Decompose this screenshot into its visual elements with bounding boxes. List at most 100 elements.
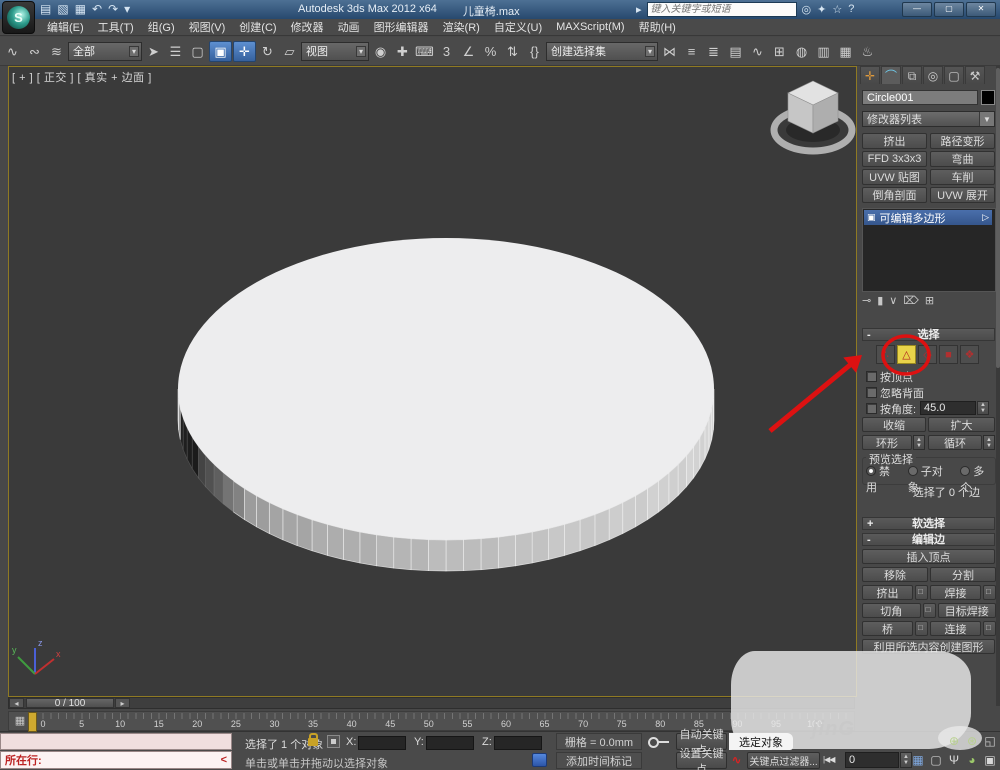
add-time-tag[interactable]: 添加时间标记 bbox=[556, 752, 642, 769]
by-vertex-checkbox[interactable] bbox=[866, 371, 877, 382]
x-coordinate-field[interactable] bbox=[358, 736, 406, 750]
angle-spinner[interactable] bbox=[977, 401, 989, 415]
ring-button[interactable]: 环形 bbox=[862, 435, 912, 450]
absolute-mode-icon[interactable] bbox=[327, 735, 340, 748]
go-to-start-button[interactable]: |◀◀ bbox=[823, 755, 834, 764]
连接-button[interactable]: 连接 bbox=[930, 621, 981, 636]
snap-toggle-3d-icon[interactable]: 3 bbox=[436, 41, 457, 62]
shrink-button[interactable]: 收缩 bbox=[862, 417, 926, 432]
rollout-selection-header[interactable]: - 选择 bbox=[862, 328, 995, 341]
layer-manager-icon[interactable]: ≣ bbox=[703, 41, 724, 62]
modifier-button[interactable]: 路径变形 bbox=[930, 133, 995, 149]
modifier-button[interactable]: 挤出 bbox=[862, 133, 927, 149]
prev-frame-button[interactable]: ◂ bbox=[9, 698, 24, 708]
select-and-manipulate-icon[interactable]: ✚ bbox=[392, 41, 413, 62]
select-and-scale-icon[interactable]: ▱ bbox=[279, 41, 300, 62]
toolbar-options-icon[interactable]: ▾ bbox=[124, 2, 130, 16]
material-editor-icon[interactable]: ◍ bbox=[791, 41, 812, 62]
loop-button[interactable]: 循环 bbox=[928, 435, 982, 450]
unlink-selection-icon[interactable]: ∾ bbox=[24, 41, 45, 62]
tab-display[interactable]: ▢ bbox=[944, 66, 964, 84]
桥-button[interactable]: 桥 bbox=[862, 621, 913, 636]
default-tangent-icon[interactable]: ∿ bbox=[729, 753, 744, 767]
menu-item[interactable]: 编辑(E) bbox=[40, 18, 91, 36]
zoom-extents-selected-icon[interactable]: ⊕ bbox=[946, 733, 962, 749]
spinner-snap-icon[interactable]: ⇅ bbox=[502, 41, 523, 62]
named-selection-sets-dropdown[interactable]: 创建选择集 bbox=[546, 42, 658, 61]
set-key-button[interactable]: 设置关键点 bbox=[676, 752, 727, 769]
zoom-region-icon[interactable]: ◱ bbox=[982, 733, 998, 749]
loop-spinner[interactable] bbox=[983, 435, 995, 450]
select-and-move-icon[interactable]: ✛ bbox=[233, 41, 256, 62]
tab-utilities[interactable]: ⚒ bbox=[965, 66, 985, 84]
分割-button[interactable]: 分割 bbox=[930, 567, 996, 582]
keyboard-shortcut-toggle-icon[interactable]: ▦ bbox=[910, 752, 926, 768]
search-icon[interactable]: ◎ bbox=[802, 3, 812, 16]
subobject-border-button[interactable]: ◇ bbox=[918, 345, 937, 364]
close-button[interactable]: ✕ bbox=[966, 2, 996, 17]
search-expand-icon[interactable]: ▸ bbox=[636, 3, 642, 16]
modifier-button[interactable]: FFD 3x3x3 bbox=[862, 151, 927, 167]
subobject-vertex-button[interactable]: ∴ bbox=[876, 345, 895, 364]
object-name-field[interactable]: Circle001 bbox=[862, 90, 978, 105]
select-and-rotate-icon[interactable]: ↻ bbox=[257, 41, 278, 62]
orbit-icon[interactable]: ◕ bbox=[964, 752, 980, 768]
prompt-history-icon[interactable] bbox=[532, 753, 547, 767]
by-angle-checkbox[interactable] bbox=[866, 403, 877, 414]
modifier-button[interactable]: UVW 展开 bbox=[930, 187, 995, 203]
next-frame-button[interactable]: ▸ bbox=[115, 698, 130, 708]
edit-named-selections-icon[interactable]: {} bbox=[524, 41, 545, 62]
time-slider[interactable]: ◂ 0 / 100 ▸ bbox=[8, 697, 855, 709]
zoom-extents-all-icon[interactable]: ⊛ bbox=[964, 733, 980, 749]
help-icon[interactable]: ? bbox=[848, 3, 854, 16]
menu-item[interactable]: 图形编辑器 bbox=[367, 18, 436, 36]
select-object-icon[interactable]: ➤ bbox=[143, 41, 164, 62]
align-icon[interactable]: ≡ bbox=[681, 41, 702, 62]
焊接-settings-icon[interactable] bbox=[983, 585, 996, 600]
bind-to-space-warp-icon[interactable]: ≋ bbox=[46, 41, 67, 62]
percent-snap-icon[interactable]: % bbox=[480, 41, 501, 62]
modifier-button[interactable]: UVW 贴图 bbox=[862, 169, 927, 185]
rectangular-selection-region-icon[interactable]: ▢ bbox=[187, 41, 208, 62]
ignore-backfacing-checkbox[interactable] bbox=[866, 387, 877, 398]
viewport-label[interactable]: [ + ] [ 正交 ] [ 真实 + 边面 ] bbox=[12, 69, 152, 85]
select-by-name-icon[interactable]: ☰ bbox=[165, 41, 186, 62]
modifier-stack[interactable]: ▣ 可编辑多边形 ▷ bbox=[862, 208, 996, 292]
curve-editor-icon[interactable]: ∿ bbox=[747, 41, 768, 62]
search-input[interactable] bbox=[647, 2, 797, 17]
keyboard-override-icon[interactable]: ⌨ bbox=[414, 41, 435, 62]
桥-settings-icon[interactable] bbox=[915, 621, 928, 636]
z-coordinate-field[interactable] bbox=[494, 736, 542, 750]
configure-modifier-sets-icon[interactable]: ⊞ bbox=[925, 294, 934, 307]
mini-curve-editor-icon[interactable]: ▦ bbox=[11, 714, 29, 729]
open-file-icon[interactable]: ▧ bbox=[57, 2, 68, 16]
挤出-button[interactable]: 挤出 bbox=[862, 585, 913, 600]
maximize-button[interactable]: ▢ bbox=[934, 2, 964, 17]
目标焊接-button[interactable]: 目标焊接 bbox=[938, 603, 997, 618]
modifier-button[interactable]: 倒角剖面 bbox=[862, 187, 927, 203]
selection-filter-dropdown[interactable]: 全部 bbox=[68, 42, 142, 61]
menu-item[interactable]: 组(G) bbox=[141, 18, 182, 36]
communication-center-icon[interactable]: ✦ bbox=[817, 3, 826, 16]
menu-item[interactable]: 创建(C) bbox=[232, 18, 283, 36]
redo-icon[interactable]: ↷ bbox=[108, 2, 118, 16]
maxscript-listener-line[interactable]: 所在行: < bbox=[0, 751, 232, 769]
subobject-polygon-button[interactable]: ■ bbox=[939, 345, 958, 364]
maximize-viewport-icon[interactable]: ▣ bbox=[982, 752, 998, 768]
menu-item[interactable]: 修改器 bbox=[284, 18, 331, 36]
object-color-swatch[interactable] bbox=[981, 90, 995, 105]
schematic-view-icon[interactable]: ⊞ bbox=[769, 41, 790, 62]
tab-create[interactable]: ✛ bbox=[860, 66, 880, 84]
angle-value-field[interactable]: 45.0 bbox=[920, 401, 976, 415]
panel-scrollbar[interactable] bbox=[996, 66, 1000, 706]
subobject-element-button[interactable]: ❖ bbox=[960, 345, 979, 364]
maxscript-mini-listener[interactable] bbox=[0, 733, 232, 750]
new-file-icon[interactable]: ▤ bbox=[40, 2, 51, 16]
y-coordinate-field[interactable] bbox=[426, 736, 474, 750]
连接-settings-icon[interactable] bbox=[983, 621, 996, 636]
切角-settings-icon[interactable] bbox=[923, 603, 936, 618]
tab-motion[interactable]: ◎ bbox=[923, 66, 943, 84]
menu-item[interactable]: 工具(T) bbox=[91, 18, 141, 36]
pin-stack-icon[interactable]: ⊸ bbox=[862, 294, 871, 307]
render-production-icon[interactable]: ♨ bbox=[857, 41, 878, 62]
